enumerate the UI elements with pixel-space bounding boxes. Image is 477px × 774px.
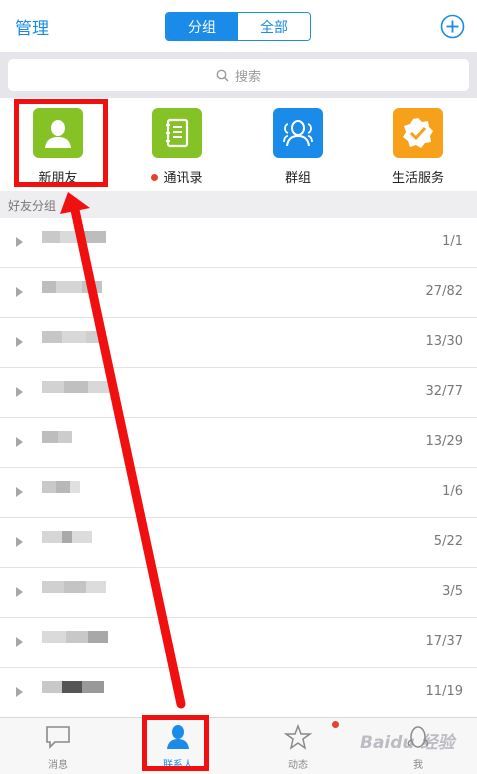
annotation-arrow — [60, 192, 186, 709]
watermark: Baidu 经验 — [360, 733, 455, 753]
